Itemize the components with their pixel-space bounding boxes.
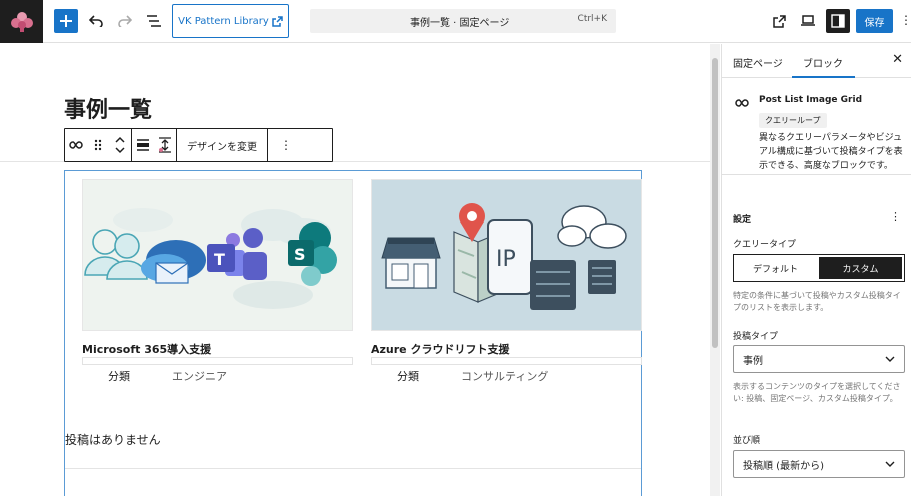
no-posts-message: 投稿はありません bbox=[65, 433, 161, 447]
order-value: 投稿順 (最新から) bbox=[743, 460, 824, 472]
post-meta: 分類 エンジニア bbox=[82, 368, 353, 384]
post-thumbnail-azure[interactable]: IP bbox=[371, 179, 642, 331]
post-title-underline bbox=[82, 357, 353, 365]
meta-key: 分類 bbox=[108, 370, 130, 383]
order-label: 並び順 bbox=[733, 436, 761, 446]
post-title[interactable]: Microsoft 365導入支援 bbox=[82, 341, 353, 357]
redo-icon[interactable] bbox=[113, 9, 137, 33]
save-button[interactable]: 保存 bbox=[856, 9, 893, 33]
external-link-icon bbox=[272, 15, 283, 27]
block-options-icon[interactable]: ⋮ bbox=[268, 129, 304, 161]
post-type-value: 事例 bbox=[743, 355, 763, 367]
more-options-icon[interactable]: ⋮ bbox=[900, 13, 911, 27]
toolbar-group-more: ⋮ bbox=[268, 129, 304, 161]
undo-icon[interactable] bbox=[84, 9, 108, 33]
post-card[interactable]: IP Azure クラウドリフト支援 分類 コンサルティング bbox=[371, 179, 642, 384]
vk-pattern-library-label: VK Pattern Library bbox=[178, 15, 269, 27]
align-icon[interactable] bbox=[132, 129, 154, 161]
editor-canvas: 事例一覧 デザインを変更 ⋮ T S Microsoft 365導入支援 分類 … bbox=[0, 44, 720, 496]
settings-sidebar: 固定ページ ブロック ✕ Post List Image Grid クエリールー… bbox=[721, 44, 911, 496]
svg-text:S: S bbox=[294, 245, 306, 264]
page-title[interactable]: 事例一覧 bbox=[64, 92, 152, 124]
query-type-toggle: デフォルト カスタム bbox=[733, 254, 905, 282]
query-type-custom[interactable]: カスタム bbox=[819, 257, 902, 279]
query-loop-block[interactable]: T S Microsoft 365導入支援 分類 エンジニア IP Azure … bbox=[64, 170, 642, 496]
meta-key: 分類 bbox=[397, 370, 419, 383]
add-block-button[interactable] bbox=[54, 9, 78, 33]
view-external-icon[interactable] bbox=[767, 9, 791, 33]
command-palette-bar[interactable]: 事例一覧 · 固定ページ Ctrl+K bbox=[310, 9, 616, 33]
post-thumbnail-microsoft365[interactable]: T S bbox=[82, 179, 353, 331]
toolbar-group-align bbox=[132, 129, 177, 161]
block-toolbar: デザインを変更 ⋮ bbox=[64, 128, 333, 162]
toolbar-group-design: デザインを変更 bbox=[177, 129, 268, 161]
change-design-button[interactable]: デザインを変更 bbox=[177, 129, 267, 161]
move-up-down-icon[interactable] bbox=[109, 129, 131, 161]
settings-sidebar-toggle-icon[interactable] bbox=[826, 9, 850, 33]
settings-heading[interactable]: 設定 bbox=[733, 212, 751, 225]
chevron-down-icon bbox=[885, 354, 895, 365]
query-loop-icon bbox=[735, 92, 749, 111]
scrollbar-thumb[interactable] bbox=[712, 58, 718, 348]
post-type-help: 表示するコンテンツのタイプを選択してください: 投稿、固定ページ、カスタム投稿タ… bbox=[733, 382, 901, 403]
canvas-scrollbar[interactable] bbox=[710, 44, 720, 496]
meta-value: コンサルティング bbox=[461, 370, 549, 383]
editor-topbar: VK Pattern Library 事例一覧 · 固定ページ Ctrl+K 保… bbox=[0, 0, 911, 43]
post-meta: 分類 コンサルティング bbox=[371, 368, 642, 384]
meta-value: エンジニア bbox=[172, 370, 227, 383]
block-variation-badge: クエリーループ bbox=[759, 113, 827, 128]
query-loop-icon[interactable] bbox=[65, 129, 87, 161]
vk-pattern-library-button[interactable]: VK Pattern Library bbox=[172, 4, 289, 38]
svg-text:IP: IP bbox=[496, 247, 516, 272]
toolbar-group-block bbox=[65, 129, 132, 161]
command-shortcut: Ctrl+K bbox=[577, 14, 607, 24]
block-card: Post List Image Grid クエリーループ 異なるクエリーパラメー… bbox=[722, 44, 911, 175]
post-title-underline bbox=[371, 357, 642, 365]
block-name: Post List Image Grid bbox=[759, 95, 863, 105]
query-type-label: クエリータイプ bbox=[733, 240, 797, 250]
query-type-help: 特定の条件に基づいて投稿やカスタム投稿タイプのリストを表示します。 bbox=[733, 291, 901, 312]
chevron-down-icon bbox=[885, 459, 895, 470]
settings-more-icon[interactable]: ⋮ bbox=[890, 210, 901, 223]
drag-handle-icon[interactable] bbox=[87, 129, 109, 161]
block-divider bbox=[65, 468, 641, 469]
block-description: 異なるクエリーパラメータやビジュアル構成に基づいて投稿タイプを表示できる、高度な… bbox=[759, 133, 903, 171]
post-title[interactable]: Azure クラウドリフト支援 bbox=[371, 341, 642, 357]
query-type-default[interactable]: デフォルト bbox=[734, 255, 817, 281]
post-card[interactable]: T S Microsoft 365導入支援 分類 エンジニア bbox=[82, 179, 353, 384]
spacing-icon[interactable] bbox=[154, 129, 176, 161]
svg-text:T: T bbox=[214, 250, 225, 269]
post-type-select[interactable]: 事例 bbox=[733, 345, 905, 373]
post-type-label: 投稿タイプ bbox=[733, 332, 779, 342]
order-select[interactable]: 投稿順 (最新から) bbox=[733, 450, 905, 478]
command-title: 事例一覧 · 固定ページ bbox=[410, 18, 510, 29]
document-overview-icon[interactable] bbox=[142, 9, 166, 33]
device-preview-icon[interactable] bbox=[796, 9, 820, 33]
site-logo-icon[interactable] bbox=[0, 0, 43, 43]
